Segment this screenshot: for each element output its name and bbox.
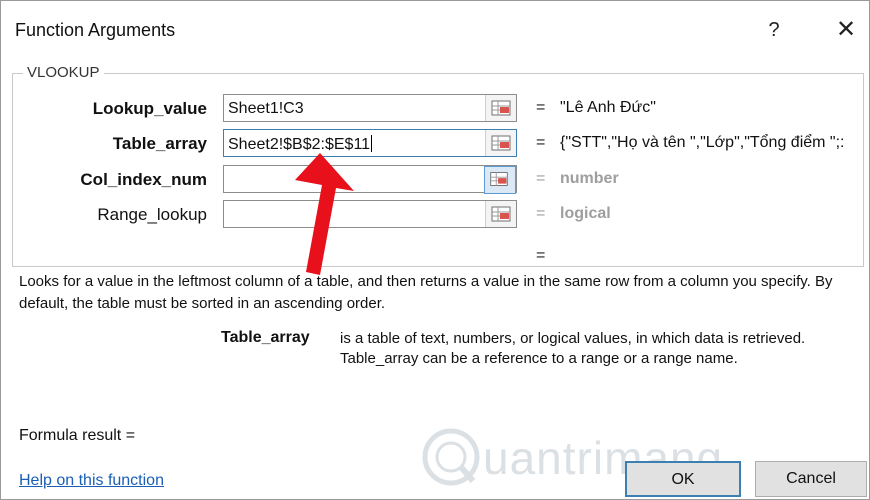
function-arguments-dialog: Function Arguments ? ✕ VLOOKUP Lookup_va… (0, 0, 870, 500)
red-arrow-annotation (295, 153, 354, 275)
arrow-shape (295, 153, 354, 275)
